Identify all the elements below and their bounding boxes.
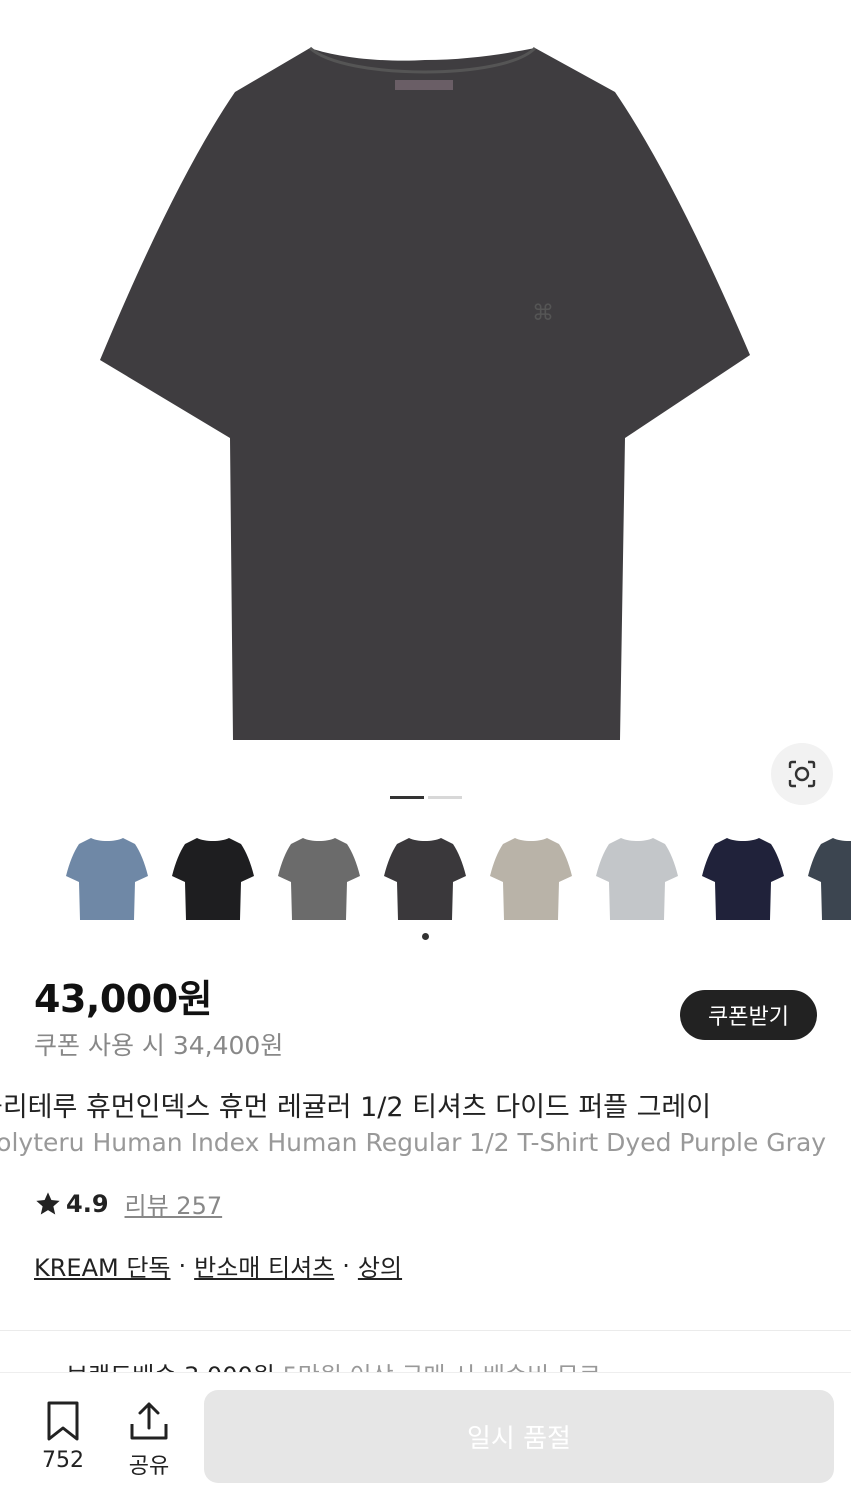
product-main-image[interactable]: ⌘ [0, 0, 851, 815]
coupon-price: 쿠폰 사용 시 34,400원 [34, 1031, 284, 1060]
tshirt-thumbnail-image [172, 837, 254, 920]
color-thumbnail[interactable] [380, 830, 470, 925]
sold-out-button[interactable]: 일시 품절 [204, 1390, 834, 1483]
tshirt-thumbnail-image [596, 837, 678, 920]
wishlist-button[interactable]: 752 [38, 1400, 88, 1473]
divider [0, 1330, 851, 1331]
neck-label [395, 80, 453, 90]
reviews-link[interactable]: 리뷰 257 [125, 1186, 223, 1221]
get-coupon-button[interactable]: 쿠폰받기 [680, 990, 817, 1040]
category-tags: KREAM 단독 · 반소매 티셔츠 · 상의 [34, 1248, 402, 1283]
share-label: 공유 [128, 1454, 170, 1479]
share-button[interactable]: 공유 [122, 1400, 176, 1480]
color-thumbnail[interactable] [62, 830, 152, 925]
tag-kream-exclusive[interactable]: KREAM 단독 [34, 1248, 171, 1283]
color-thumbnail[interactable] [592, 830, 682, 925]
share-icon [130, 1402, 168, 1440]
product-title-korean: 폴리테루 휴먼인덱스 휴먼 레귤러 1/2 티셔츠 다이드 퍼플 그레이 [0, 1092, 712, 1123]
wish-count: 752 [42, 1448, 84, 1473]
tshirt-thumbnail-image [702, 837, 784, 920]
bookmark-icon [47, 1401, 79, 1441]
color-thumbnail[interactable] [804, 830, 851, 925]
tshirt-thumbnail-image [808, 837, 851, 920]
star-icon [36, 1191, 60, 1214]
tag-separator: · [178, 1251, 187, 1280]
pager-indicator [428, 796, 462, 799]
color-thumbnail[interactable] [168, 830, 258, 925]
product-price: 43,000원 [34, 977, 213, 1021]
color-thumbnail[interactable] [698, 830, 788, 925]
tag-short-sleeve-tshirt[interactable]: 반소매 티셔츠 [194, 1248, 334, 1283]
color-thumbnail[interactable] [486, 830, 576, 925]
tshirt-image: ⌘ [100, 46, 750, 740]
product-title-english: Polyteru Human Index Human Regular 1/2 T… [0, 1128, 827, 1157]
image-search-button[interactable] [771, 743, 833, 805]
tshirt-thumbnail-image [66, 837, 148, 920]
color-thumbnail-strip[interactable] [0, 830, 851, 925]
pager-indicator-active [390, 796, 424, 799]
tag-tops[interactable]: 상의 [358, 1248, 402, 1283]
image-pager [390, 796, 462, 799]
tshirt-thumbnail-image [384, 837, 466, 920]
rating-score: 4.9 [66, 1189, 109, 1218]
selected-thumbnail-dot [422, 933, 429, 940]
tag-separator: · [342, 1251, 350, 1280]
tshirt-thumbnail-image [278, 837, 360, 920]
rating-summary: 4.9 리뷰 257 [34, 1186, 222, 1221]
camera-lens-icon [788, 760, 816, 788]
tshirt-thumbnail-image [490, 837, 572, 920]
svg-text:⌘: ⌘ [532, 301, 554, 326]
color-thumbnail[interactable] [274, 830, 364, 925]
